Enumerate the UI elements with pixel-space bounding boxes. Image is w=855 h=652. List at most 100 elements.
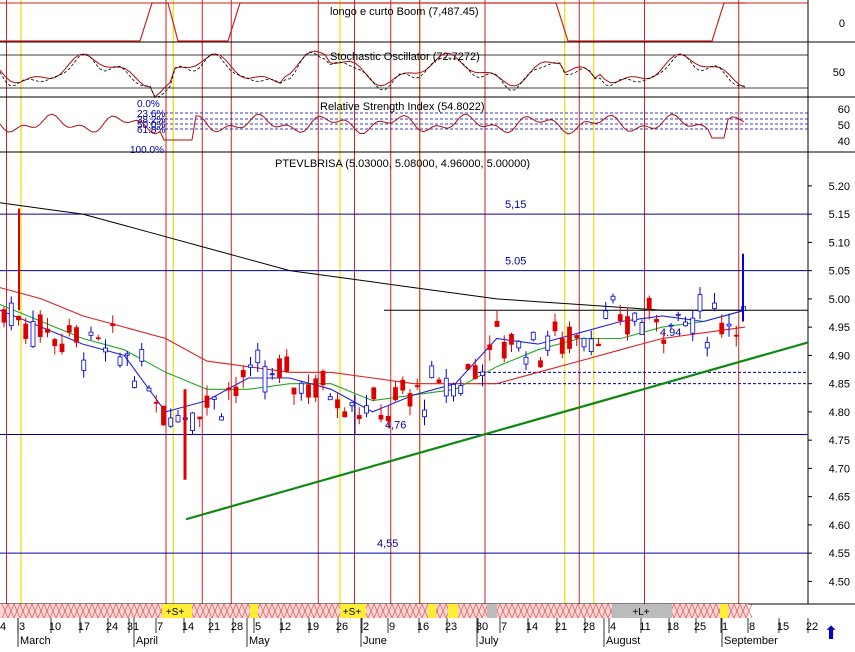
candle-body xyxy=(588,338,594,352)
x-day-label: 18 xyxy=(667,621,679,633)
candle-body xyxy=(617,314,623,322)
candle-body xyxy=(451,383,456,397)
candle-body xyxy=(668,324,674,327)
x-month-label: July xyxy=(479,635,499,647)
candle-body xyxy=(117,356,123,366)
x-day-label: 30 xyxy=(476,621,488,633)
candle-body xyxy=(610,295,616,301)
x-day-label: 15 xyxy=(777,621,789,633)
candle-body xyxy=(16,315,21,321)
candle-body xyxy=(414,385,420,387)
candle-body xyxy=(530,331,536,341)
candle-body xyxy=(429,365,435,379)
x-month-label: August xyxy=(606,635,640,647)
x-day-label: 5 xyxy=(255,621,261,633)
candle-body xyxy=(52,339,58,347)
price-tick-label: 4.95 xyxy=(829,322,850,334)
rsi-tick: 50 xyxy=(838,120,850,132)
price-tick-label: 4.80 xyxy=(829,407,850,419)
timeline-block xyxy=(487,604,497,618)
stoch-title: Stochastic Oscillator (72.7272) xyxy=(330,51,480,63)
candle-body xyxy=(153,401,159,404)
candle-body xyxy=(480,371,485,376)
price-tick-label: 4.60 xyxy=(829,520,850,532)
candle-body xyxy=(284,356,290,372)
candle-body xyxy=(219,416,224,421)
candle-body xyxy=(371,387,377,400)
price-tick-label: 5.10 xyxy=(829,237,850,249)
price-annotation: 4,55 xyxy=(377,538,398,550)
candle-body xyxy=(161,405,166,426)
x-day-label: 21 xyxy=(555,621,567,633)
candle-body xyxy=(59,343,65,353)
candle-body xyxy=(733,334,739,337)
x-day-label: 24 xyxy=(106,621,118,633)
x-day-label: 21 xyxy=(208,621,220,633)
timeline-block xyxy=(720,604,728,618)
candle-body xyxy=(436,379,442,383)
scroll-up-arrow-icon[interactable]: ⬆ xyxy=(822,624,840,642)
timeline-marker: +S+ xyxy=(166,607,185,618)
candle-body xyxy=(146,387,152,392)
price-tick-label: 5.00 xyxy=(829,294,850,306)
candle-body xyxy=(306,384,311,398)
price-tick-label: 4.75 xyxy=(829,435,850,447)
price-tick-label: 5.20 xyxy=(829,181,850,193)
candle-body xyxy=(697,294,703,312)
candle-body xyxy=(335,399,340,409)
candle-body xyxy=(132,380,137,388)
x-day-label: 4 xyxy=(0,621,6,633)
candle-body xyxy=(494,320,500,327)
x-day-label: 7 xyxy=(157,621,163,633)
stoch-tick: 50 xyxy=(833,67,845,79)
candle-body xyxy=(726,323,732,327)
candle-body xyxy=(632,312,638,322)
price-tick-label: 4.65 xyxy=(829,492,850,504)
candle-body xyxy=(175,415,181,423)
candle-body xyxy=(487,344,493,350)
rsi-fib-label: 100.0% xyxy=(130,145,164,156)
candle-body xyxy=(603,310,609,319)
candle-body xyxy=(422,409,427,418)
x-day-label: 25 xyxy=(694,621,706,633)
candle-body xyxy=(538,360,543,368)
x-day-label: 28 xyxy=(231,621,243,633)
candle-body xyxy=(168,417,174,427)
price-tick-label: 4.85 xyxy=(829,379,850,391)
price-annotation: 5.05 xyxy=(505,256,526,268)
price-annotation: 5,15 xyxy=(505,199,526,211)
candle-body xyxy=(400,379,406,391)
x-month-label: September xyxy=(724,635,778,647)
candle-body xyxy=(712,302,717,310)
timeline-block xyxy=(448,604,458,618)
x-day-label: 14 xyxy=(526,621,538,633)
candle-body xyxy=(327,396,333,401)
candle-body xyxy=(313,378,319,398)
top-panel-tick: 0 xyxy=(839,18,845,30)
x-day-label: 2 xyxy=(363,621,369,633)
x-day-label: 19 xyxy=(307,621,319,633)
candle-body xyxy=(509,333,514,345)
x-day-label: 28 xyxy=(583,621,595,633)
candle-body xyxy=(139,349,145,362)
candle-body xyxy=(567,326,572,349)
candle-body xyxy=(516,340,522,349)
candle-body xyxy=(690,317,696,334)
candle-body xyxy=(545,335,551,351)
candle-body xyxy=(124,353,130,356)
candle-body xyxy=(407,393,413,407)
x-day-label: 3 xyxy=(19,621,25,633)
candle-body xyxy=(248,364,253,368)
price-tick-label: 4.90 xyxy=(829,350,850,362)
x-day-label: 11 xyxy=(639,621,650,633)
x-month-label: April xyxy=(136,635,158,647)
candle-body xyxy=(1,309,7,323)
candle-body xyxy=(654,319,659,323)
candle-body xyxy=(95,337,101,340)
candle-body xyxy=(233,386,239,396)
candle-body xyxy=(262,366,268,393)
candle-body xyxy=(704,342,710,349)
candle-body xyxy=(320,370,326,386)
x-day-label: 1 xyxy=(722,621,728,633)
candle-body xyxy=(37,314,43,337)
